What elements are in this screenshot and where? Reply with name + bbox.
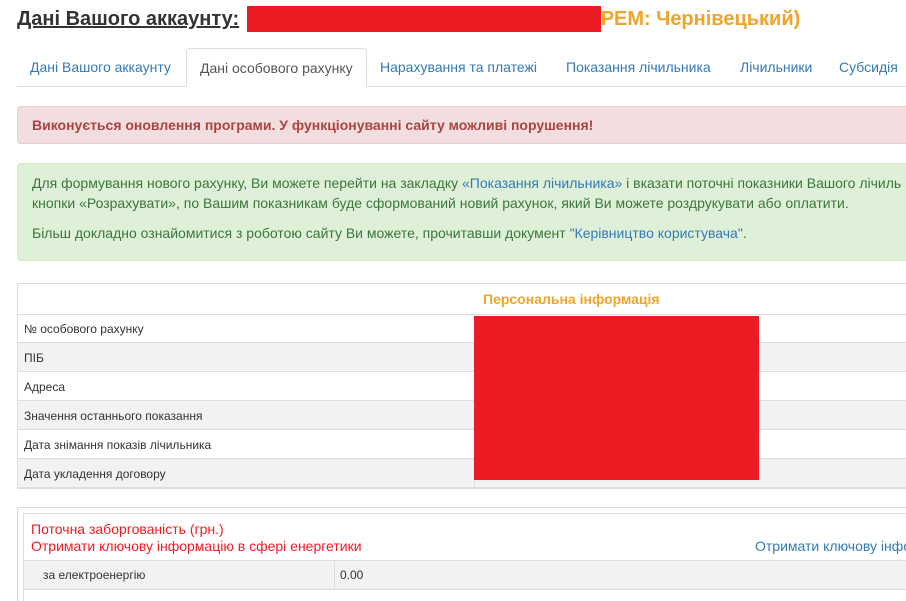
update-warning-alert: Виконується оновлення програми. У функці… (17, 106, 906, 144)
info-row-label: Дата укладення договору (24, 467, 166, 481)
tab-charges-payments[interactable]: Нарахування та платежі (367, 48, 550, 86)
tab-meter-readings[interactable]: Показання лічильника (553, 48, 724, 86)
rem-name: РЕМ: Чернівецький) (600, 8, 801, 30)
info-alert: Для формування нового рахунку, Ви можете… (17, 163, 906, 261)
meter-readings-link[interactable]: «Показання лічильника» (462, 175, 622, 191)
info-line-1-prefix: Для формування нового рахунку, Ви можете… (32, 175, 463, 191)
debt-row-value: 0.00 (340, 568, 364, 582)
personal-info-title: Персональна інформація (483, 291, 660, 307)
tab-bar: Дані Вашого аккаунту Дані особового раху… (17, 48, 906, 87)
tab-personal-account[interactable]: Дані особового рахунку (186, 48, 367, 87)
info-line-2: кнопки «Розрахувати», по Вашим показника… (32, 195, 849, 211)
info-row-contract-date: Дата укладення договору (18, 459, 906, 488)
key-info-link-red[interactable]: Отримати ключову інформацію в сфері енер… (31, 538, 362, 554)
page-title: Дані Вашого аккаунту: РЕМ: Чернівецький) (17, 6, 800, 32)
redacted-personal-values (474, 316, 759, 480)
info-row-label: ПІБ (24, 351, 44, 365)
info-line-1-suffix: і вказати поточні показники Вашого лічил… (622, 175, 902, 191)
tab-subsidy[interactable]: Субсидія (826, 48, 906, 86)
info-line-3: Більш докладно ознайомитися з роботою са… (32, 225, 747, 241)
info-line-3-prefix: Більш докладно ознайомитися з роботою са… (32, 225, 570, 241)
info-row-label: Дата знімання показів лічильника (24, 438, 212, 452)
info-row-last-reading: Значення останнього показання (18, 401, 906, 430)
info-row-label: № особового рахунку (24, 322, 144, 336)
user-guide-link[interactable]: "Керівництво користувача" (570, 225, 743, 241)
key-info-link-blue[interactable]: Отримати ключову інфо (755, 538, 906, 554)
personal-info-panel: Персональна інформація № особового рахун… (17, 283, 906, 489)
personal-info-header: Персональна інформація (18, 284, 906, 315)
info-row-full-name: ПІБ (18, 343, 906, 372)
tab-account-data[interactable]: Дані Вашого аккаунту (17, 48, 184, 86)
debt-row-electricity: за електроенергію 0.00 (24, 560, 906, 590)
info-row-label: Значення останнього показання (24, 409, 203, 423)
info-line-3-suffix: . (742, 225, 747, 241)
debt-inner-panel: Поточна заборгованість (грн.) Отримати к… (23, 513, 906, 601)
page-title-text: Дані Вашого аккаунту: (17, 8, 240, 30)
info-row-label: Адреса (24, 380, 66, 394)
redacted-account-block (246, 6, 601, 32)
info-row-account-number: № особового рахунку (18, 314, 906, 343)
current-debt-title: Поточна заборгованість (грн.) (31, 521, 224, 537)
info-row-address: Адреса (18, 372, 906, 401)
debt-row-label: за електроенергію (43, 568, 146, 582)
info-line-1: Для формування нового рахунку, Ви можете… (32, 175, 901, 191)
debt-panel: Поточна заборгованість (грн.) Отримати к… (17, 507, 906, 601)
info-row-reading-date: Дата знімання показів лічильника (18, 430, 906, 459)
tab-meters[interactable]: Лічильники (727, 48, 825, 86)
